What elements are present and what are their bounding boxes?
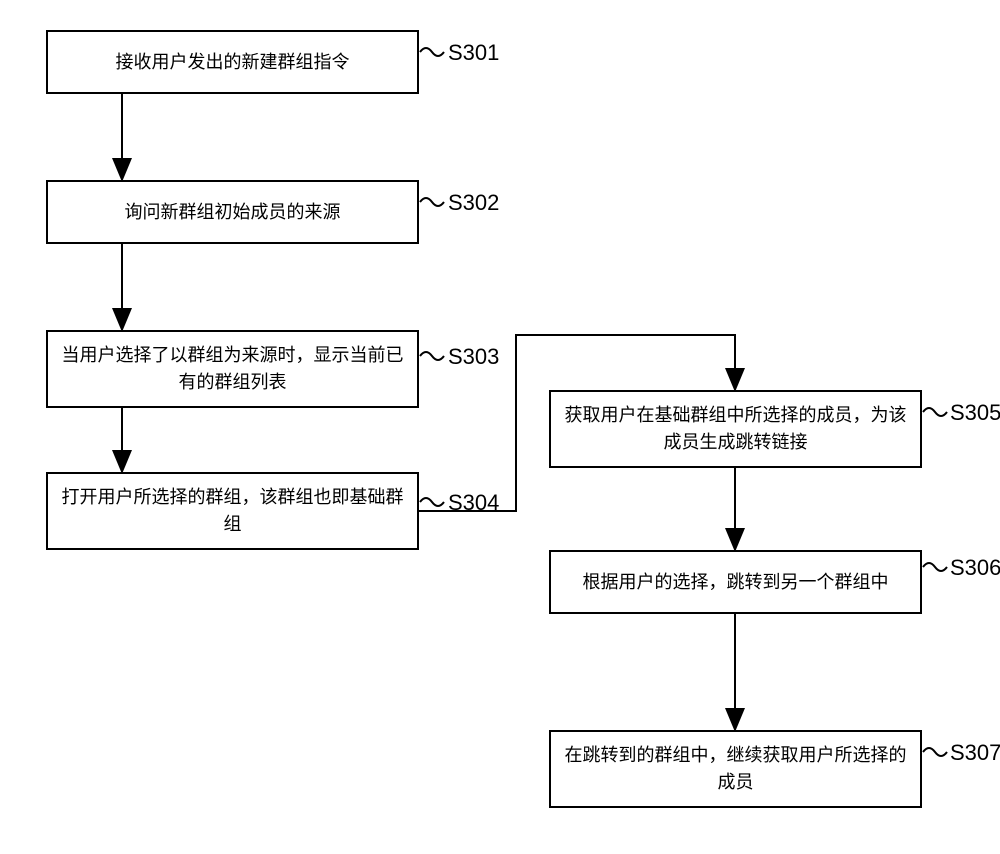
flow-step-s303: 当用户选择了以群组为来源时，显示当前已有的群组列表: [46, 330, 419, 408]
flow-step-s307: 在跳转到的群组中，继续获取用户所选择的成员: [549, 730, 922, 808]
flow-step-text: 询问新群组初始成员的来源: [125, 199, 341, 226]
flow-step-s304: 打开用户所选择的群组，该群组也即基础群组: [46, 472, 419, 550]
flow-step-text: 打开用户所选择的群组，该群组也即基础群组: [56, 484, 409, 538]
flow-step-tag: S301: [448, 40, 499, 66]
flow-step-s302: 询问新群组初始成员的来源: [46, 180, 419, 244]
flow-step-tag: S302: [448, 190, 499, 216]
flow-step-text: 根据用户的选择，跳转到另一个群组中: [583, 569, 889, 596]
flow-step-tag: S304: [448, 490, 499, 516]
flow-step-s306: 根据用户的选择，跳转到另一个群组中: [549, 550, 922, 614]
flow-step-tag: S303: [448, 344, 499, 370]
flow-step-text: 获取用户在基础群组中所选择的成员，为该成员生成跳转链接: [559, 402, 912, 456]
flow-step-tag: S306: [950, 555, 1000, 581]
flow-step-text: 接收用户发出的新建群组指令: [116, 49, 350, 76]
flow-step-text: 当用户选择了以群组为来源时，显示当前已有的群组列表: [56, 342, 409, 396]
flow-step-tag: S307: [950, 740, 1000, 766]
flow-step-text: 在跳转到的群组中，继续获取用户所选择的成员: [559, 742, 912, 796]
flow-step-tag: S305: [950, 400, 1000, 426]
flow-step-s301: 接收用户发出的新建群组指令: [46, 30, 419, 94]
flow-step-s305: 获取用户在基础群组中所选择的成员，为该成员生成跳转链接: [549, 390, 922, 468]
